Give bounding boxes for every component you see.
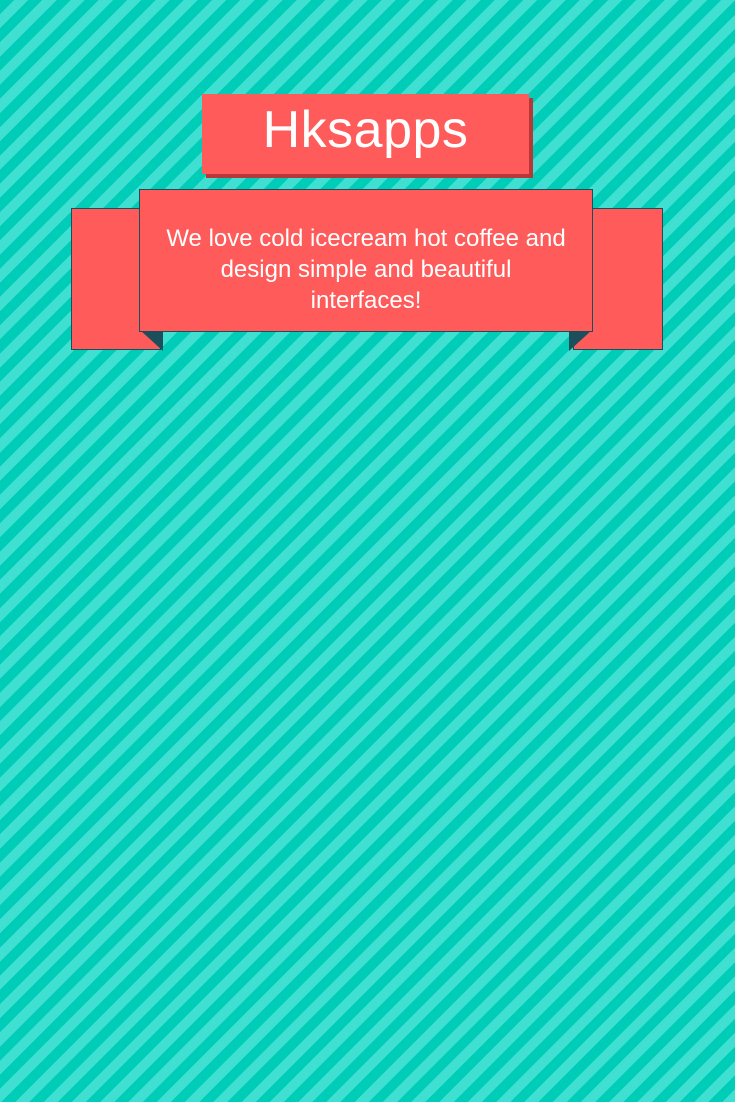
ribbon-fold-left (140, 330, 163, 351)
ribbon-fold-right (569, 330, 592, 351)
ribbon-banner: We love cold icecream hot coffee and des… (139, 189, 593, 332)
page-title: Hksapps (262, 101, 469, 159)
title-banner: Hksapps (202, 94, 529, 174)
tagline-text: We love cold icecream hot coffee and des… (166, 225, 566, 314)
